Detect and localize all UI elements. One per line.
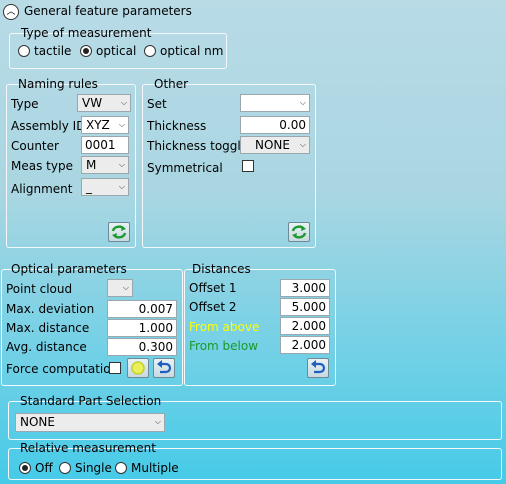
group-legend: Naming rules (18, 77, 98, 91)
offset2-label: Offset 2 (189, 300, 237, 314)
from-below-field[interactable]: 2.000 (280, 336, 330, 354)
max-deviation-label: Max. deviation (6, 302, 95, 316)
meas-type-value: M (86, 158, 97, 172)
group-legend: Other (154, 77, 189, 91)
from-above-field[interactable]: 2.000 (280, 317, 330, 335)
point-cloud-label: Point cloud (6, 282, 73, 296)
chevron-down-icon: ⌵ (118, 120, 125, 129)
radio-optical-nm-label: optical nm (160, 44, 224, 58)
radio-off[interactable] (19, 462, 31, 474)
offset1-field[interactable]: 3.000 (280, 279, 330, 297)
symmetrical-label: Symmetrical (147, 161, 223, 175)
point-cloud-combo[interactable]: ⌵ (107, 279, 133, 297)
chevron-down-icon: ⌵ (118, 160, 125, 169)
alignment-value: _ (86, 180, 92, 194)
thickness-toggle-value: NONE (255, 138, 290, 152)
standard-part-combo[interactable]: NONE ⌵ (15, 413, 165, 432)
optical-parameters-group: Optical parameters Point cloud ⌵ Max. de… (1, 262, 183, 386)
set-combo[interactable]: ⌵ (240, 94, 310, 112)
max-distance-label: Max. distance (6, 321, 90, 335)
force-computation-label: Force computation (6, 362, 119, 376)
naming-rules-group: Naming rules Type VW ⌵ Assembly ID XYZ ⌵ C… (6, 77, 136, 248)
radio-optical-label: optical (96, 44, 137, 58)
counter-label: Counter (11, 139, 59, 153)
assembly-id-label: Assembly ID (11, 119, 86, 133)
force-computation-checkbox[interactable] (109, 362, 121, 374)
chevron-down-icon: ⌵ (122, 283, 129, 292)
undo-button[interactable] (307, 358, 329, 378)
other-group: Other Set ⌵ Thickness 0.00 Thickness tog… (142, 77, 316, 248)
radio-single-label: Single (75, 461, 112, 475)
radio-tactile[interactable] (18, 45, 30, 57)
type-value: VW (82, 96, 103, 110)
chevron-up-icon[interactable]: ︿ (3, 4, 19, 20)
assembly-id-value: XYZ (86, 118, 110, 132)
undo-icon (311, 360, 326, 374)
radio-tactile-label: tactile (34, 44, 72, 58)
from-below-label: From below (189, 339, 259, 353)
distances-group: Distances Offset 1 3.000 Offset 2 5.000 … (184, 262, 336, 386)
chevron-down-icon: ⌵ (299, 140, 306, 149)
status-button[interactable] (127, 358, 149, 378)
avg-distance-label: Avg. distance (6, 340, 87, 354)
meas-type-label: Meas type (11, 159, 73, 173)
refresh-button[interactable] (108, 222, 130, 242)
group-legend: Optical parameters (11, 262, 127, 276)
radio-multiple[interactable] (115, 462, 127, 474)
chevron-down-icon: ⌵ (118, 182, 125, 191)
standard-part-value: NONE (20, 415, 55, 429)
offset2-field[interactable]: 5.000 (280, 298, 330, 316)
undo-icon (157, 360, 172, 374)
section-title: General feature parameters (24, 4, 192, 18)
chevron-down-icon: ⌵ (154, 417, 161, 426)
chevron-down-icon: ⌵ (299, 98, 306, 107)
group-legend: Relative measurement (20, 441, 156, 455)
alignment-combo[interactable]: _ ⌵ (81, 178, 129, 196)
radio-multiple-label: Multiple (131, 461, 179, 475)
assembly-id-combo[interactable]: XYZ ⌵ (81, 116, 129, 134)
refresh-button[interactable] (288, 222, 310, 242)
radio-optical[interactable] (80, 45, 92, 57)
status-light-icon (131, 361, 145, 375)
symmetrical-checkbox[interactable] (242, 160, 254, 172)
radio-off-label: Off (35, 461, 53, 475)
offset1-label: Offset 1 (189, 281, 237, 295)
group-legend: Distances (192, 262, 251, 276)
thickness-toggle-combo[interactable]: NONE ⌵ (240, 136, 310, 154)
chevron-down-icon: ⌵ (120, 98, 127, 107)
set-label: Set (147, 97, 167, 111)
group-legend: Standard Part Selection (20, 394, 162, 408)
relative-measurement-group: Relative measurement Off Single Multiple (8, 441, 502, 480)
radio-optical-nm[interactable] (144, 45, 156, 57)
from-above-label: From above (189, 320, 260, 334)
meas-type-combo[interactable]: M ⌵ (81, 156, 129, 174)
type-combo[interactable]: VW ⌵ (77, 94, 131, 112)
standard-part-group: Standard Part Selection NONE ⌵ (8, 394, 502, 440)
max-deviation-field[interactable]: 0.007 (107, 300, 177, 318)
undo-button[interactable] (153, 358, 175, 378)
type-label: Type (11, 97, 39, 111)
thickness-field[interactable]: 0.00 (240, 116, 310, 134)
avg-distance-field[interactable]: 0.300 (107, 338, 177, 356)
counter-field[interactable]: 0001 (81, 136, 129, 154)
type-of-measurement-group: Type of measurement tactile optical opti… (9, 26, 227, 69)
radio-single[interactable] (59, 462, 71, 474)
thickness-label: Thickness (147, 119, 207, 133)
refresh-icon (111, 225, 127, 239)
thickness-toggle-label: Thickness toggle (147, 139, 249, 153)
alignment-label: Alignment (11, 182, 73, 196)
group-legend: Type of measurement (21, 26, 152, 40)
refresh-icon (291, 225, 307, 239)
max-distance-field[interactable]: 1.000 (107, 319, 177, 337)
